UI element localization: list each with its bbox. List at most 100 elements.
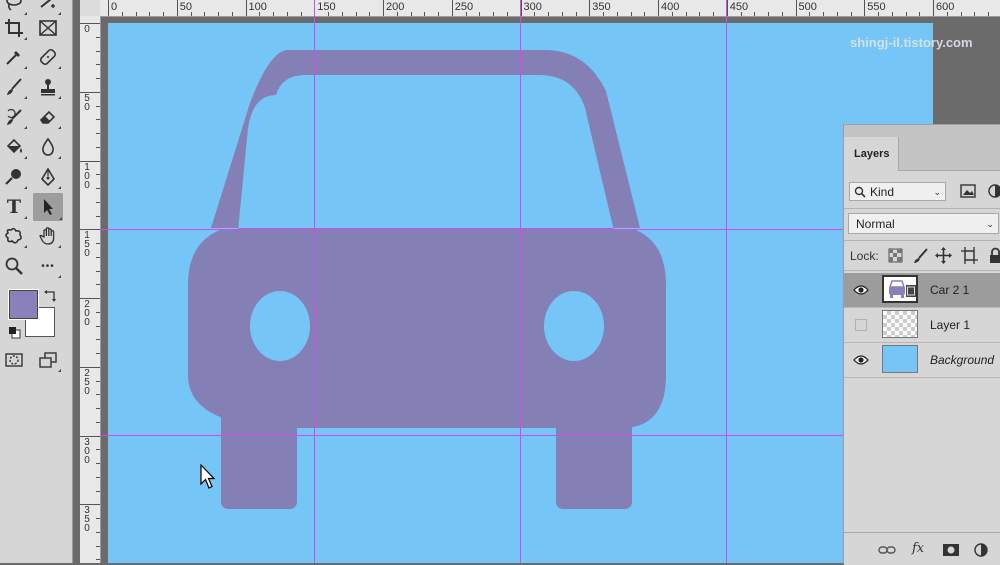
ruler-corner[interactable]	[80, 0, 100, 16]
layer-row-background[interactable]: Background	[844, 343, 1000, 378]
ruler-tick	[644, 12, 646, 16]
link-layers-icon[interactable]	[878, 543, 896, 557]
quick-mask-icon	[5, 353, 23, 367]
history-brush-icon	[7, 108, 22, 125]
pen-tool[interactable]	[34, 164, 62, 190]
path-selection-tool[interactable]	[33, 193, 63, 221]
default-colors-icon[interactable]	[8, 326, 21, 339]
layer-style-fx-icon[interactable]: fx	[912, 541, 930, 556]
ruler-label: 300	[84, 436, 90, 466]
brush-tool[interactable]	[0, 74, 28, 100]
layer-name: Layer 1	[930, 318, 971, 332]
ruler-label: 400	[661, 1, 680, 13]
eraser-icon	[39, 110, 56, 124]
ruler-tick	[176, 0, 178, 16]
ruler-tick	[493, 12, 494, 16]
eye-icon[interactable]	[853, 353, 869, 367]
screen-mode-button[interactable]	[34, 347, 62, 373]
layer-thumbnail	[882, 345, 918, 373]
ruler-tick	[616, 12, 618, 16]
adjustment-filter-icon[interactable]	[987, 183, 1000, 199]
layer-filter-kind-select[interactable]: Kind ⌄	[849, 182, 946, 201]
quick-mask-button[interactable]	[0, 347, 28, 373]
ruler-tick	[218, 12, 219, 16]
zoom-tool[interactable]	[0, 253, 28, 279]
ruler-label: 250	[454, 1, 474, 13]
ruler-label: 150	[84, 230, 90, 260]
eye-icon[interactable]	[853, 283, 869, 297]
ruler-tick	[96, 490, 100, 492]
ruler-tick	[204, 12, 206, 16]
more-tools[interactable]: •••	[34, 253, 62, 279]
ruler-tick	[273, 12, 274, 16]
ruler-tick	[589, 0, 591, 16]
paint-bucket-tool[interactable]	[0, 134, 28, 160]
foreground-color-swatch[interactable]	[8, 289, 39, 320]
clone-stamp-tool[interactable]	[34, 74, 62, 100]
blend-mode-select[interactable]: Normal ⌄	[848, 213, 999, 234]
lasso-tool[interactable]	[0, 0, 28, 16]
ruler-tick	[96, 284, 100, 286]
frame-tool[interactable]	[34, 15, 62, 41]
ruler-tick	[451, 0, 453, 16]
lock-image-pixels-icon[interactable]	[912, 247, 929, 264]
ruler-label: 350	[592, 1, 611, 13]
layer-name: Car 2 1	[930, 283, 970, 297]
guide-vertical[interactable]	[314, 0, 315, 563]
type-tool[interactable]: T	[0, 194, 28, 220]
layer-row-layer-1[interactable]: Layer 1	[844, 308, 1000, 343]
crop-tool[interactable]	[0, 15, 28, 41]
ruler-tick	[96, 408, 100, 409]
lock-artboard-icon[interactable]	[961, 247, 978, 264]
lock-transparent-pixels-icon[interactable]	[887, 247, 904, 264]
blur-tool[interactable]	[34, 134, 62, 160]
adjustment-layer-icon[interactable]	[973, 543, 991, 557]
ruler-tick	[96, 394, 100, 396]
ruler-tick	[96, 311, 100, 313]
horizontal-ruler[interactable]: 0 50 100 150 200 250 300 350 400 450 500 550 600	[80, 0, 1000, 17]
healing-brush-tool[interactable]	[34, 44, 62, 70]
layer-row-car-2-1[interactable]: Car 2 1	[844, 273, 1000, 308]
ruler-tick	[96, 449, 100, 451]
brush-icon	[7, 78, 22, 95]
ruler-tick	[575, 12, 577, 16]
hand-tool[interactable]	[34, 223, 62, 249]
lock-all-icon[interactable]	[987, 247, 1000, 264]
ruler-tick	[96, 270, 100, 272]
eyedropper-tool[interactable]	[0, 44, 28, 70]
ruler-tick	[96, 559, 100, 561]
ruler-tick	[561, 12, 563, 16]
ruler-tick	[988, 12, 989, 16]
swap-colors-icon[interactable]	[44, 289, 58, 303]
history-brush-tool[interactable]	[0, 104, 28, 130]
dodge-tool[interactable]	[0, 164, 28, 190]
ruler-tick	[96, 105, 100, 107]
ruler-label: 50	[84, 92, 90, 113]
eraser-tool[interactable]	[34, 104, 62, 130]
guide-vertical[interactable]	[726, 0, 727, 563]
vertical-ruler[interactable]: 0 50 100 150 200 250 300 350	[80, 16, 101, 563]
ruler-tick	[823, 12, 824, 16]
ruler-tick	[754, 12, 756, 16]
visibility-toggle-off[interactable]	[855, 319, 867, 331]
custom-shape-tool[interactable]	[0, 223, 28, 249]
image-filter-icon[interactable]	[960, 183, 976, 199]
tab-layers[interactable]: Layers	[844, 137, 899, 171]
ruler-tick	[80, 298, 100, 299]
ruler-tick	[960, 12, 962, 16]
crop-icon	[5, 19, 23, 37]
ruler-label: 200	[386, 1, 405, 13]
layer-name: Background	[930, 353, 995, 367]
ruler-tick	[383, 0, 384, 16]
ruler-tick	[96, 188, 100, 189]
guide-vertical[interactable]	[520, 0, 521, 563]
ruler-tick	[96, 380, 100, 382]
quick-selection-tool[interactable]	[34, 0, 62, 16]
ruler-tick	[630, 12, 632, 16]
lock-position-icon[interactable]	[935, 247, 952, 264]
bucket-icon	[6, 138, 22, 154]
ruler-tick	[121, 12, 123, 16]
ruler-label: 100	[84, 161, 90, 191]
ruler-tick	[96, 243, 100, 244]
add-mask-icon[interactable]	[942, 543, 960, 557]
